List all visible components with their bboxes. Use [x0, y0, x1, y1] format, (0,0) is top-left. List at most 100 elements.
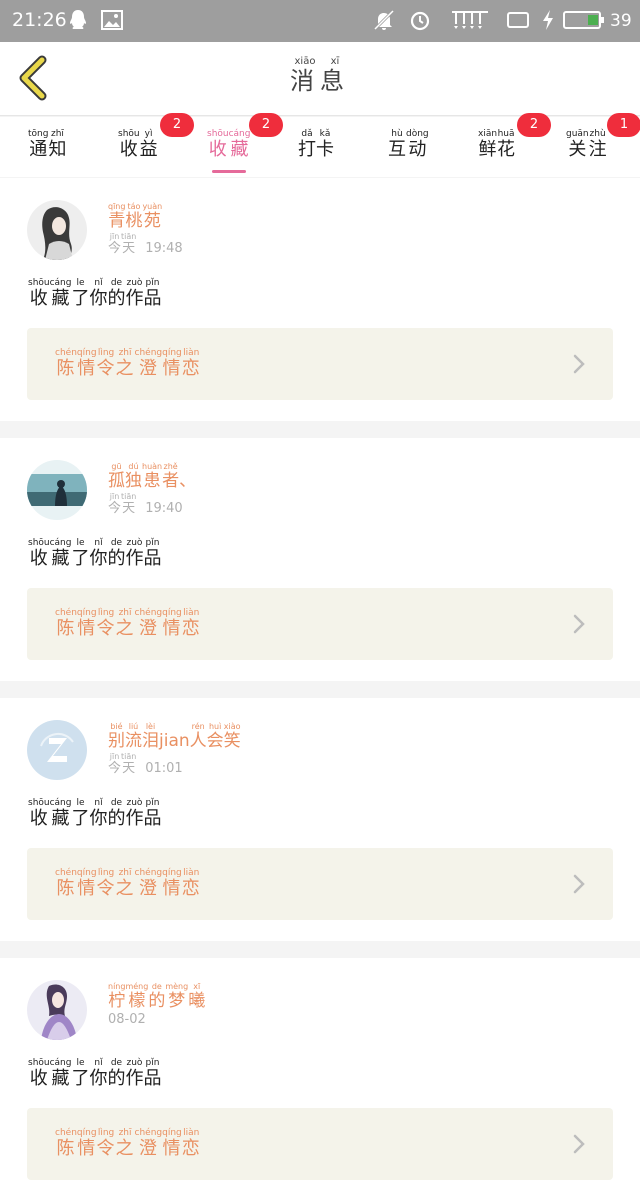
pinyin: qíng — [162, 608, 182, 618]
ruby-char: 品 — [143, 808, 162, 829]
ruby-char: 藏 — [49, 1068, 72, 1089]
pinyin: táo — [125, 202, 143, 211]
tab-label: 收shōu益yì — [118, 129, 158, 161]
pinyin: jīn — [108, 752, 122, 761]
tab-bar: 通tōng知zhī 收shōu益yì 2 收shōu藏cáng 2 打dǎ卡kǎ 互hù动d… — [0, 113, 640, 177]
ruby-char: 关 — [566, 139, 589, 160]
ruby-char: 令 — [96, 618, 116, 639]
pinyin: guān — [566, 129, 589, 139]
ruby-char: 作 — [125, 288, 144, 309]
work-link[interactable]: 陈chén情qíng令lìng之zhī澄chéng情qíng恋liàn — [27, 588, 613, 660]
tab-label: 鲜xiān花huā — [478, 129, 515, 161]
ruby-char: 收 — [28, 1068, 50, 1089]
ruby-char: 桃 — [125, 211, 143, 231]
pinyin: pǐn — [143, 278, 162, 288]
ruby-char: 情 — [162, 358, 182, 379]
ruby-char: 情 — [76, 358, 97, 379]
work-link[interactable]: 陈chén情qíng令lìng之zhī澄chéng情qíng恋liàn — [27, 1108, 613, 1180]
pinyin: pǐn — [143, 538, 162, 548]
pinyin: lìng — [96, 1128, 116, 1138]
pinyin: xiāo — [290, 56, 320, 67]
tab-label: 关guān注zhù — [566, 129, 607, 161]
pinyin: chén — [55, 608, 77, 618]
time-text: 08-02 — [108, 1012, 146, 1027]
tab-badge: 2 — [249, 113, 283, 137]
work-link[interactable]: 陈chén情qíng令lìng之zhī澄chéng情qíng恋liàn — [27, 328, 613, 400]
ruby-char: 互 — [388, 139, 406, 160]
username[interactable]: 别bié流liú泪lèijian人rén会huì笑xiào — [108, 722, 241, 751]
ruby-char: 收 — [28, 548, 50, 569]
battery-icon — [563, 11, 604, 29]
tab-notice[interactable]: 通tōng知zhī — [28, 123, 108, 171]
pinyin: qíng — [162, 868, 182, 878]
username[interactable]: 孤gū独dú患huàn者zhě、 — [108, 462, 196, 491]
ruby-char: 患 — [142, 471, 163, 491]
ruby-char: 了 — [71, 288, 90, 309]
mute-icon — [373, 9, 395, 31]
timestamp: 今jīn天tiān 19:40 — [108, 492, 183, 516]
ruby-char: 品 — [143, 1068, 162, 1089]
ruby-char: 天 — [121, 761, 137, 776]
ruby-char: 天 — [121, 241, 137, 256]
username[interactable]: 柠níng檬méng的de梦mèng曦xī — [108, 982, 205, 1011]
timestamp: 今jīn天tiān 01:01 — [108, 752, 183, 776]
ruby-char: 梦 — [165, 991, 189, 1011]
ruby-char: 独 — [125, 471, 142, 491]
pinyin: hù — [388, 129, 406, 139]
pinyin: nǐ — [89, 798, 108, 808]
ruby-char: 今 — [108, 241, 122, 256]
pinyin: zhī — [115, 608, 135, 618]
pinyin: dú — [125, 462, 142, 471]
favorite-item: 孤gū独dú患huàn者zhě、 今jīn天tiān 19:40 收shōu藏cáng… — [0, 438, 640, 681]
avatar[interactable] — [27, 200, 87, 260]
image-icon — [101, 10, 123, 30]
ruby-char: 之 — [115, 358, 135, 379]
favorite-item: 柠níng檬méng的de梦mèng曦xī 08-02 收shōu藏cáng了le你… — [0, 958, 640, 1201]
ruby-char: 情 — [76, 618, 97, 639]
signal-icon — [452, 11, 488, 29]
ruby-char: 藏 — [228, 139, 251, 160]
back-button[interactable] — [14, 54, 54, 102]
ruby-char: 注 — [588, 139, 607, 160]
pinyin: shōu — [207, 129, 229, 139]
tab-checkin[interactable]: 打dǎ卡kǎ — [298, 123, 378, 171]
pinyin: huàn — [142, 462, 163, 471]
tab-badge: 2 — [517, 113, 551, 137]
ruby-char: 你 — [89, 548, 108, 569]
pinyin: chéng — [134, 868, 163, 878]
ruby-char: 之 — [115, 878, 135, 899]
ruby-char: 流 — [125, 731, 142, 751]
pinyin: liàn — [181, 868, 201, 878]
pinyin: jīn — [108, 492, 122, 501]
ruby-char: 收 — [207, 139, 229, 160]
pinyin: mèng — [165, 982, 189, 991]
pinyin: de — [107, 278, 126, 288]
tab-interact[interactable]: 互hù动dòng — [388, 123, 468, 171]
avatar[interactable] — [27, 980, 87, 1040]
pinyin: qíng — [76, 1128, 97, 1138]
pinyin: zhī — [115, 868, 135, 878]
ruby-char: 天 — [121, 501, 137, 516]
time-text: 19:40 — [145, 501, 183, 516]
tab-badge: 1 — [607, 113, 640, 137]
pinyin: lìng — [96, 868, 116, 878]
pinyin: qíng — [76, 868, 97, 878]
pinyin: chén — [55, 1128, 77, 1138]
pinyin: lìng — [96, 348, 116, 358]
action-text: 收shōu藏cáng了le你nǐ的de作zuò品pǐn — [28, 1058, 162, 1090]
battery-percent: 39 — [610, 11, 632, 31]
status-time: 21:26 — [12, 9, 67, 31]
username[interactable]: 青qīng桃táo苑yuàn — [108, 202, 162, 231]
ruby-char: 品 — [143, 288, 162, 309]
pinyin: zuò — [125, 798, 144, 808]
ruby-char: 会 — [206, 731, 224, 751]
pinyin: bié — [108, 722, 125, 731]
pinyin: yì — [139, 129, 158, 139]
avatar[interactable] — [27, 460, 87, 520]
pinyin: níng — [108, 982, 126, 991]
pinyin: le — [71, 798, 90, 808]
ruby-char: 的 — [148, 991, 166, 1011]
pinyin: de — [107, 1058, 126, 1068]
work-link[interactable]: 陈chén情qíng令lìng之zhī澄chéng情qíng恋liàn — [27, 848, 613, 920]
avatar[interactable] — [27, 720, 87, 780]
